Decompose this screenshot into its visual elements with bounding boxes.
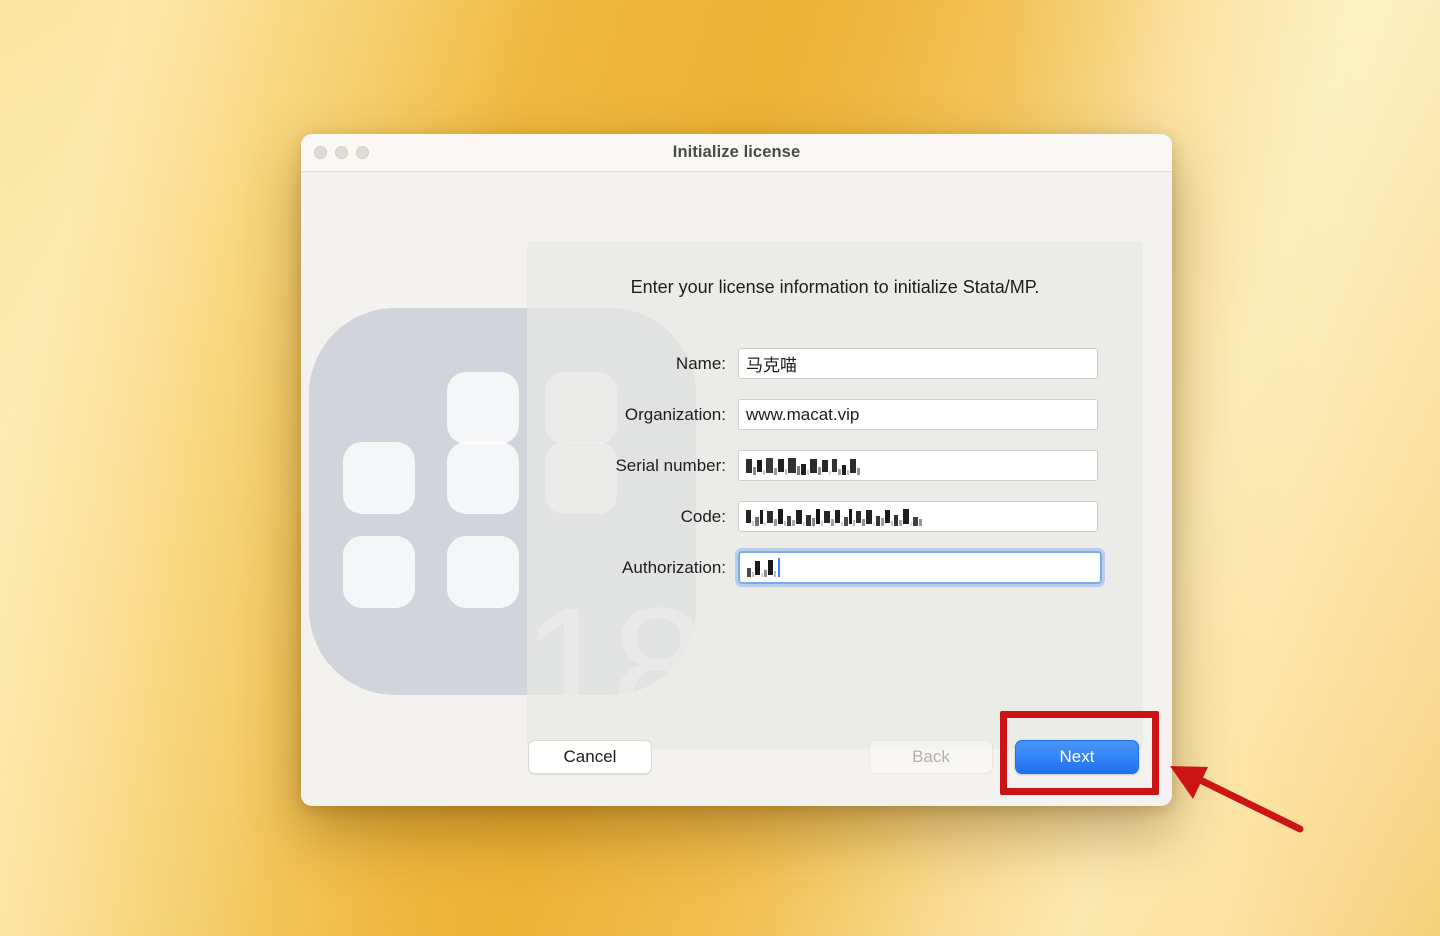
form-row-organization: Organization: www.macat.vip bbox=[527, 398, 1143, 431]
dialog-body: 18 Enter your license information to ini… bbox=[301, 172, 1172, 806]
organization-label: Organization: bbox=[624, 404, 726, 424]
code-label: Code: bbox=[680, 506, 726, 526]
window-title: Initialize license bbox=[672, 143, 801, 161]
annotation-arrow-icon bbox=[1170, 766, 1304, 833]
window-titlebar[interactable]: Initialize license bbox=[301, 134, 1172, 172]
authorization-label: Authorization: bbox=[622, 557, 726, 577]
desktop-wallpaper: Initialize license 18 Enter your license… bbox=[0, 0, 1440, 936]
code-input[interactable] bbox=[738, 501, 1098, 532]
panel-heading: Enter your license information to initia… bbox=[630, 277, 1040, 297]
name-label: Name: bbox=[675, 353, 726, 373]
minimize-button-icon[interactable] bbox=[335, 146, 348, 159]
organization-input[interactable]: www.macat.vip bbox=[738, 399, 1098, 430]
text-caret bbox=[778, 558, 780, 577]
next-button[interactable]: Next bbox=[1015, 740, 1139, 774]
close-button-icon[interactable] bbox=[314, 146, 327, 159]
zoom-button-icon[interactable] bbox=[356, 146, 369, 159]
cancel-button[interactable]: Cancel bbox=[528, 740, 652, 774]
name-input[interactable]: 马克喵 bbox=[738, 348, 1098, 379]
authorization-input[interactable] bbox=[735, 548, 1105, 587]
redaction-mosaic bbox=[747, 559, 776, 577]
license-form-panel: Enter your license information to initia… bbox=[527, 241, 1143, 749]
form-row-serial-number: Serial number: bbox=[527, 449, 1143, 482]
redaction-mosaic bbox=[746, 508, 922, 526]
back-button[interactable]: Back bbox=[869, 740, 993, 774]
license-form: Name: 马克喵 Organization: www.macat.vip Se… bbox=[527, 347, 1143, 602]
initialize-license-dialog: Initialize license 18 Enter your license… bbox=[301, 134, 1172, 806]
dialog-footer: Cancel Back Next bbox=[301, 712, 1172, 806]
serial-number-input[interactable] bbox=[738, 450, 1098, 481]
form-row-authorization: Authorization: bbox=[527, 548, 1143, 587]
serial-number-label: Serial number: bbox=[615, 455, 726, 475]
redaction-mosaic bbox=[746, 457, 860, 475]
form-row-name: Name: 马克喵 bbox=[527, 347, 1143, 380]
form-row-code: Code: bbox=[527, 500, 1143, 533]
traffic-light-group bbox=[314, 146, 369, 159]
